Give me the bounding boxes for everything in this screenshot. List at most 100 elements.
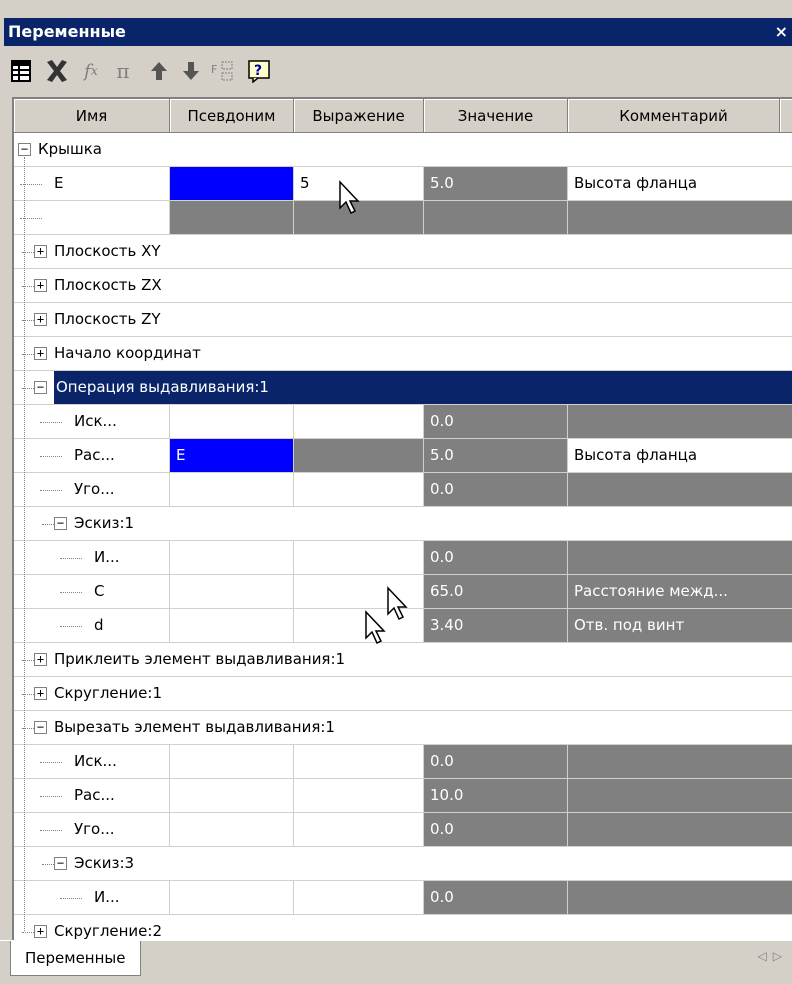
cell-alias[interactable]	[170, 405, 294, 438]
tree-group-row[interactable]: − Эскиз:1	[14, 507, 792, 541]
cell-comment[interactable]	[568, 405, 792, 438]
move-up-icon[interactable]	[144, 56, 174, 86]
cell-comment[interactable]	[568, 779, 792, 812]
tree-group-label[interactable]: Приклеить элемент выдавливания:1	[54, 643, 345, 676]
cell-alias[interactable]: E	[170, 439, 294, 472]
tree-group-row[interactable]: + Плоскость ZY	[14, 303, 792, 337]
cell-expression[interactable]	[294, 779, 424, 812]
cell-expression[interactable]	[294, 473, 424, 506]
cell-comment[interactable]	[568, 201, 792, 234]
cell-name[interactable]: C	[88, 575, 170, 608]
variable-row[interactable]	[14, 201, 792, 235]
cell-expression[interactable]	[294, 405, 424, 438]
cell-comment[interactable]	[568, 745, 792, 778]
cell-alias[interactable]	[170, 745, 294, 778]
variable-row[interactable]: Иск... 0.0	[14, 745, 792, 779]
variable-row[interactable]: Рас... E 5.0 Высота фланца	[14, 439, 792, 473]
expand-icon[interactable]: +	[34, 347, 47, 360]
tree-group-row[interactable]: + Скругление:1	[14, 677, 792, 711]
column-header-alias[interactable]: Псевдоним	[170, 99, 294, 133]
cell-comment[interactable]	[568, 813, 792, 846]
cell-expression[interactable]	[294, 541, 424, 574]
cell-name[interactable]: Рас...	[68, 779, 170, 812]
cell-alias[interactable]	[170, 575, 294, 608]
tree-group-label[interactable]: Скругление:1	[54, 677, 162, 710]
cell-comment[interactable]: Высота фланца	[568, 439, 792, 472]
cell-alias[interactable]	[170, 779, 294, 812]
table-settings-icon[interactable]	[6, 56, 36, 86]
tree-group-label[interactable]: Эскиз:1	[74, 507, 134, 540]
variable-row[interactable]: Уго... 0.0	[14, 813, 792, 847]
close-icon[interactable]: ×	[775, 18, 788, 46]
tree-group-label[interactable]: Вырезать элемент выдавливания:1	[54, 711, 335, 744]
tree-group-row[interactable]: + Приклеить элемент выдавливания:1	[14, 643, 792, 677]
column-header-comment[interactable]: Комментарий	[568, 99, 780, 133]
tree-group-row[interactable]: + Начало координат	[14, 337, 792, 371]
delete-icon[interactable]	[42, 56, 72, 86]
tree-group-row[interactable]: − Эскиз:3	[14, 847, 792, 881]
expand-icon[interactable]: +	[34, 279, 47, 292]
tree-group-label[interactable]: Плоскость ZX	[54, 269, 162, 302]
variable-row[interactable]: E 5 5.0 Высота фланца	[14, 167, 792, 201]
expand-icon[interactable]: +	[34, 313, 47, 326]
formula-icon[interactable]: F	[208, 56, 238, 86]
tree-group-label[interactable]: Плоскость XY	[54, 235, 161, 268]
cell-alias[interactable]	[170, 881, 294, 914]
collapse-icon[interactable]: −	[54, 857, 67, 870]
cell-name[interactable]: Иск...	[68, 745, 170, 778]
cell-alias[interactable]	[170, 201, 294, 234]
cell-name[interactable]: Уго...	[68, 813, 170, 846]
cell-comment[interactable]: Расстояние межд...	[568, 575, 792, 608]
expand-icon[interactable]: +	[34, 653, 47, 666]
column-header-expression[interactable]: Выражение	[294, 99, 424, 133]
cell-name[interactable]: E	[48, 167, 170, 200]
tab-scroll-arrows-icon[interactable]: ◁▷	[758, 949, 788, 963]
tab-variables[interactable]: Переменные	[10, 941, 141, 976]
cell-alias[interactable]	[170, 473, 294, 506]
help-icon[interactable]: ?	[244, 56, 274, 86]
cell-name[interactable]: Иск...	[68, 405, 170, 438]
cell-alias[interactable]	[170, 167, 294, 200]
cell-comment[interactable]: Отв. под винт	[568, 609, 792, 642]
cell-name[interactable]: И...	[88, 541, 170, 574]
cell-name[interactable]: Рас...	[68, 439, 170, 472]
cell-alias[interactable]	[170, 541, 294, 574]
variable-row[interactable]: Рас... 10.0	[14, 779, 792, 813]
column-header-name[interactable]: Имя	[14, 99, 170, 133]
cell-expression[interactable]	[294, 813, 424, 846]
expand-icon[interactable]: +	[34, 687, 47, 700]
expand-icon[interactable]: +	[34, 245, 47, 258]
tree-group-row[interactable]: + Плоскость XY	[14, 235, 792, 269]
panel-title-bar[interactable]: Переменные ×	[4, 18, 792, 46]
cell-expression[interactable]	[294, 881, 424, 914]
move-down-icon[interactable]	[176, 56, 206, 86]
cell-comment[interactable]	[568, 881, 792, 914]
tree-group-label[interactable]: Крышка	[38, 133, 102, 166]
tree-group-row[interactable]: − Крышка	[14, 133, 792, 167]
tree-group-row[interactable]: − Операция выдавливания:1	[14, 371, 792, 405]
variable-row[interactable]: Уго... 0.0	[14, 473, 792, 507]
cell-comment[interactable]	[568, 473, 792, 506]
tree-group-label[interactable]: Плоскость ZY	[54, 303, 161, 336]
tree-group-row[interactable]: + Плоскость ZX	[14, 269, 792, 303]
cell-alias[interactable]	[170, 609, 294, 642]
tree-group-label[interactable]: Скругление:2	[54, 915, 162, 941]
cell-expression[interactable]	[294, 439, 424, 472]
pi-icon[interactable]: π	[108, 56, 138, 86]
variable-row[interactable]: И... 0.0	[14, 881, 792, 915]
cell-alias[interactable]	[170, 813, 294, 846]
variable-row[interactable]: Иск... 0.0	[14, 405, 792, 439]
cell-name[interactable]: d	[88, 609, 170, 642]
cell-name[interactable]: И...	[88, 881, 170, 914]
tree-group-label[interactable]: Начало координат	[54, 337, 201, 370]
tree-group-row[interactable]: − Вырезать элемент выдавливания:1	[14, 711, 792, 745]
tree-group-label[interactable]: Эскиз:3	[74, 847, 134, 880]
expand-icon[interactable]: +	[34, 925, 47, 938]
collapse-icon[interactable]: −	[54, 517, 67, 530]
column-header-value[interactable]: Значение	[424, 99, 568, 133]
tree-group-label[interactable]: Операция выдавливания:1	[54, 371, 792, 404]
function-icon[interactable]: fx	[76, 56, 106, 86]
cell-name[interactable]	[48, 201, 170, 234]
collapse-icon[interactable]: −	[34, 381, 47, 394]
cell-expression[interactable]	[294, 745, 424, 778]
